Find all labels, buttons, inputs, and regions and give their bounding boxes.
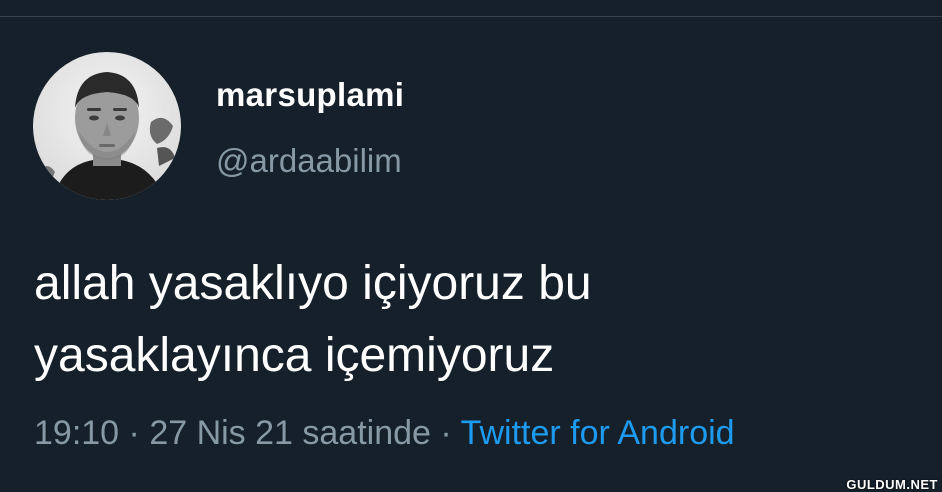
- avatar[interactable]: [33, 52, 181, 200]
- tweet-source-link[interactable]: Twitter for Android: [461, 414, 735, 452]
- tweet-time[interactable]: 19:10: [34, 414, 119, 452]
- tweet-date[interactable]: 27 Nis 21 saatinde: [149, 414, 431, 452]
- tweet-text: allah yasaklıyo içiyoruz bu yasaklayınca…: [34, 248, 914, 392]
- avatar-photo: [33, 52, 181, 200]
- username-handle[interactable]: @ardaabilim: [216, 142, 402, 180]
- tweet-meta: 19:10 · 27 Nis 21 saatinde · Twitter for…: [34, 414, 735, 453]
- tweet-screenshot: marsuplami @ardaabilim allah yasaklıyo i…: [0, 0, 942, 492]
- meta-separator: ·: [430, 414, 461, 452]
- tweet-text-line-1: allah yasaklıyo içiyoruz bu: [34, 257, 592, 310]
- watermark: GULDUM.NET: [846, 477, 938, 492]
- display-name[interactable]: marsuplami: [216, 76, 404, 114]
- top-divider: [0, 16, 942, 17]
- tweet-text-line-2: yasaklayınca içemiyoruz: [34, 329, 555, 382]
- meta-separator: ·: [119, 414, 150, 452]
